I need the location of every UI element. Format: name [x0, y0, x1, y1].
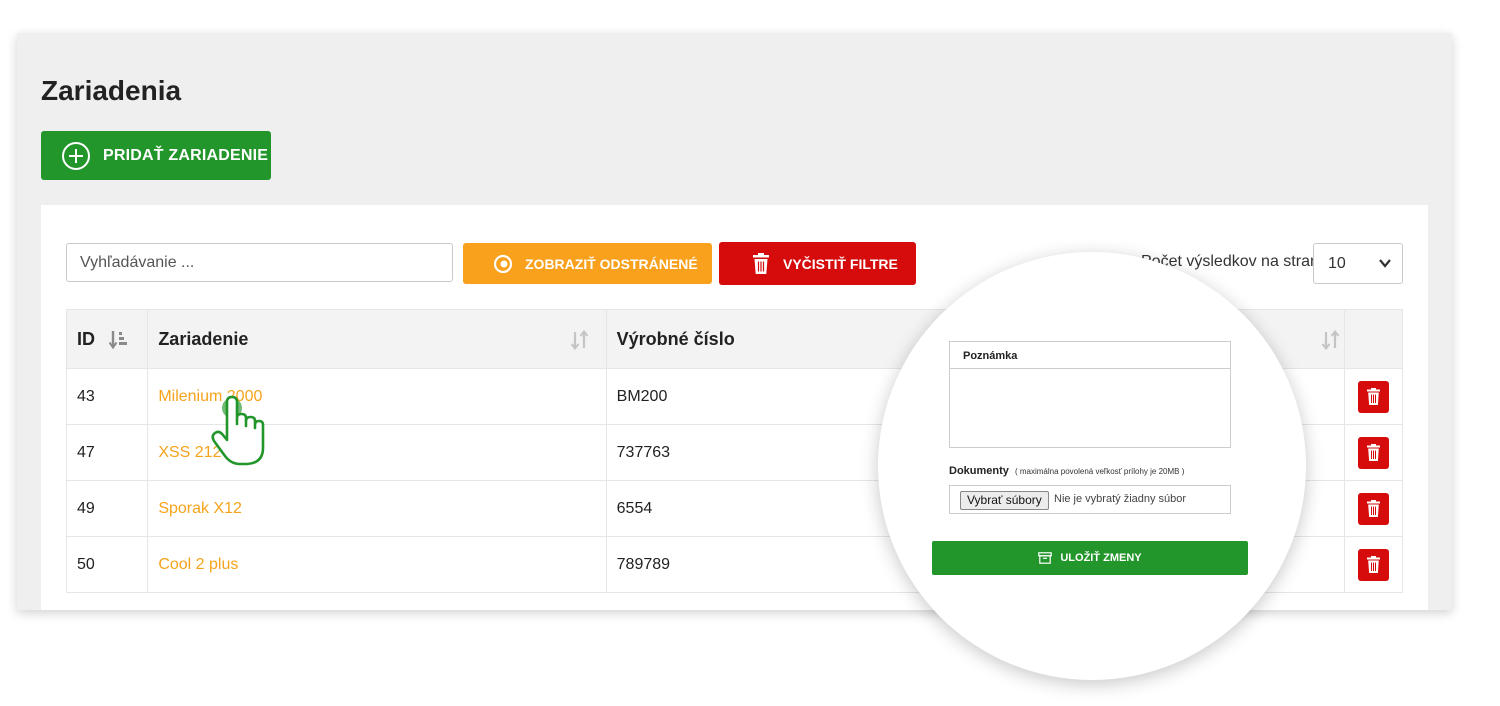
- trash-icon: [1367, 499, 1381, 517]
- save-changes-label: ULOŽIŤ ZMENY: [1060, 552, 1142, 564]
- trash-icon: [1367, 443, 1381, 461]
- page-title: Zariadenia: [41, 75, 182, 106]
- detail-magnifier: Poznámka Dokumenty ( maximálna povolená …: [878, 252, 1306, 680]
- column-header-id[interactable]: ID: [65, 309, 149, 369]
- trash-icon: [1367, 555, 1381, 573]
- documents-label: Dokumenty ( maximálna povolená veľkosť p…: [949, 465, 1184, 477]
- clear-filters-label: VYČISTIŤ FILTRE: [783, 255, 898, 272]
- device-link[interactable]: Cool 2 plus: [158, 556, 238, 573]
- delete-button[interactable]: [1358, 436, 1390, 469]
- search-input[interactable]: [66, 243, 453, 282]
- eye-icon: [493, 254, 513, 273]
- trash-icon: [753, 252, 769, 274]
- delete-button[interactable]: [1358, 492, 1390, 525]
- per-page-value: 10: [1328, 254, 1346, 272]
- sort-icon[interactable]: [570, 330, 590, 350]
- save-changes-button[interactable]: ULOŽIŤ ZMENY: [932, 541, 1248, 575]
- device-link[interactable]: Sporak X12: [158, 500, 242, 517]
- column-header-actions: [1344, 309, 1403, 369]
- show-deleted-button[interactable]: ZOBRAZIŤ ODSTRÁNENÉ: [463, 243, 712, 284]
- archive-icon: [1038, 552, 1053, 564]
- documents-hint: ( maximálna povolená veľkosť prílohy je …: [1014, 467, 1185, 476]
- note-label: Poznámka: [963, 350, 1018, 362]
- add-device-button[interactable]: PRIDAŤ ZARIADENIE: [41, 131, 271, 180]
- add-device-label: PRIDAŤ ZARIADENIE: [103, 146, 269, 164]
- cell-id: 43: [65, 368, 149, 425]
- note-textarea[interactable]: Poznámka: [949, 341, 1231, 448]
- column-header-device[interactable]: Zariadenie: [147, 309, 607, 369]
- cell-id: 47: [65, 424, 149, 481]
- show-deleted-label: ZOBRAZIŤ ODSTRÁNENÉ: [525, 255, 698, 272]
- delete-button[interactable]: [1358, 548, 1390, 581]
- chevron-down-icon: [1379, 259, 1391, 268]
- file-input: Vybrať súbory Nie je vybratý žiadny súbo…: [949, 485, 1231, 514]
- plus-circle-icon: [62, 141, 90, 170]
- choose-files-button[interactable]: Vybrať súbory: [960, 491, 1049, 510]
- sort-desc-icon[interactable]: [109, 330, 129, 350]
- column-header-device-label: Zariadenie: [158, 328, 249, 349]
- clear-filters-button[interactable]: VYČISTIŤ FILTRE: [719, 242, 916, 285]
- cell-id: 50: [65, 536, 149, 593]
- delete-button[interactable]: [1358, 380, 1390, 413]
- sort-icon[interactable]: [1321, 330, 1341, 350]
- note-divider: [950, 368, 1230, 369]
- cell-id: 49: [65, 480, 149, 537]
- trash-icon: [1367, 387, 1381, 405]
- column-header-serial-label: Výrobné číslo: [616, 328, 735, 349]
- documents-title: Dokumenty: [949, 465, 1009, 477]
- column-header-id-label: ID: [77, 328, 95, 349]
- file-status-text: Nie je vybratý žiadny súbor: [1054, 493, 1187, 505]
- pointer-hand-icon: [211, 395, 265, 466]
- per-page-select[interactable]: 10: [1313, 243, 1403, 284]
